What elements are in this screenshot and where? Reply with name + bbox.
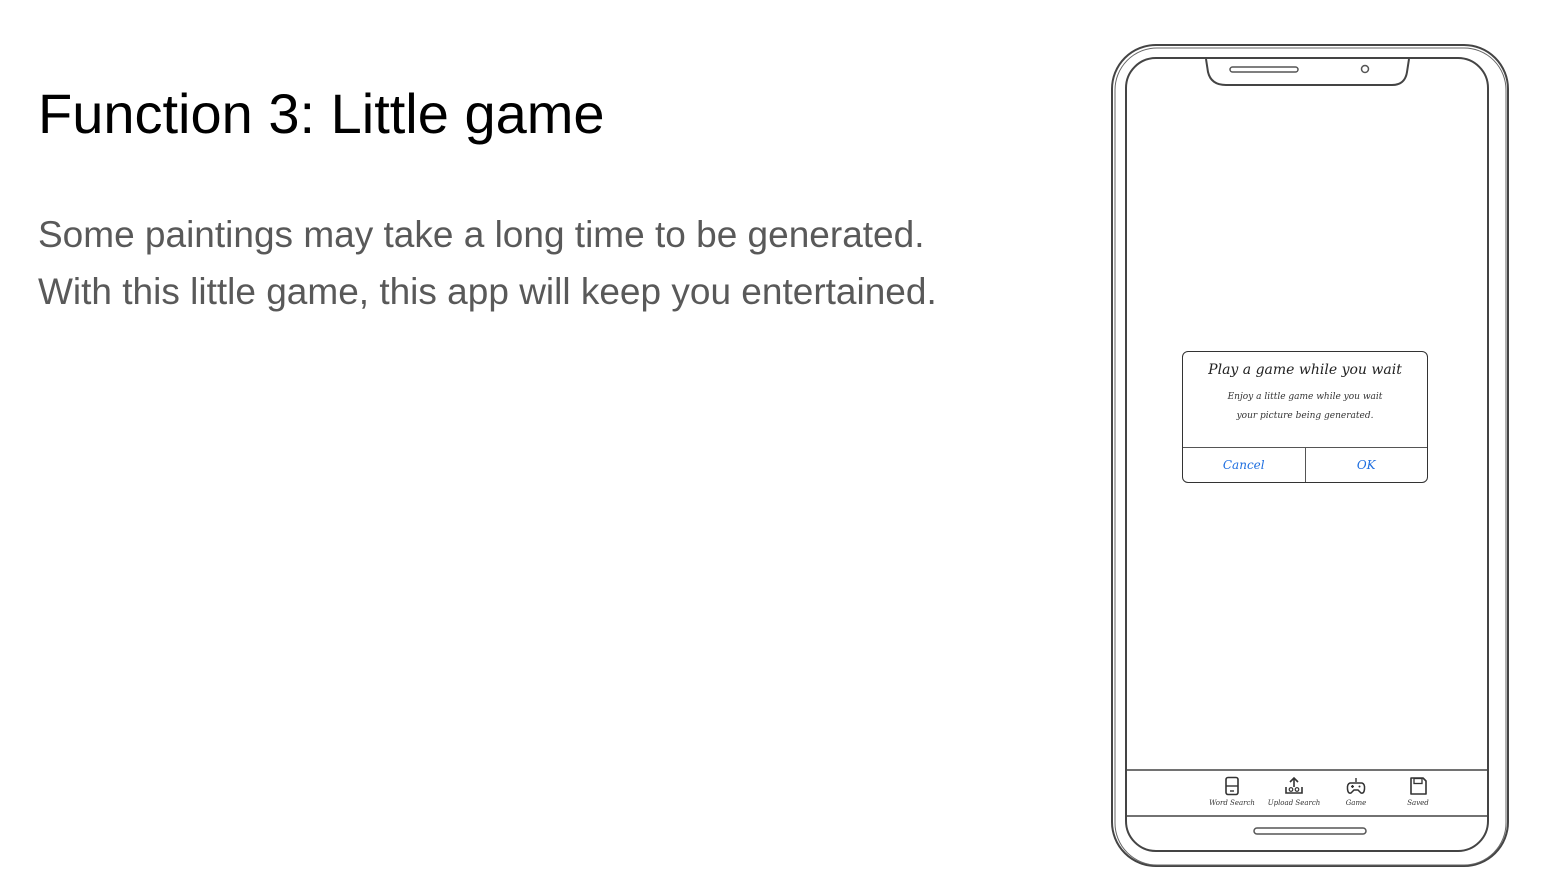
tab-label: Game xyxy=(1345,799,1367,807)
slide-body: Some paintings may take a long time to b… xyxy=(38,206,937,320)
dialog-message-line: Enjoy a little game while you wait xyxy=(1227,392,1383,402)
phone-mockup: Play a game while you wait Enjoy a littl… xyxy=(1108,42,1512,870)
ok-button[interactable]: OK xyxy=(1306,448,1428,482)
tab-word-search[interactable]: Word Search xyxy=(1205,770,1259,816)
tab-saved[interactable]: Saved xyxy=(1391,770,1445,816)
game-dialog: Play a game while you wait Enjoy a littl… xyxy=(1182,351,1428,483)
tab-label: Saved xyxy=(1407,799,1429,807)
tab-upload-search[interactable]: Upload Search xyxy=(1267,770,1321,816)
slide-title: Function 3: Little game xyxy=(38,82,605,145)
body-line: With this little game, this app will kee… xyxy=(38,271,937,312)
phone-icon xyxy=(1225,776,1239,796)
tab-label: Word Search xyxy=(1209,799,1255,807)
dialog-title: Play a game while you wait xyxy=(1208,362,1402,378)
upload-icon xyxy=(1285,776,1303,794)
tab-game[interactable]: Game xyxy=(1329,770,1383,816)
body-line: Some paintings may take a long time to b… xyxy=(38,214,925,255)
cancel-button[interactable]: Cancel xyxy=(1183,448,1306,482)
save-icon xyxy=(1410,777,1427,795)
dialog-message-line: your picture being generated. xyxy=(1236,411,1374,421)
tab-label: Upload Search xyxy=(1267,799,1321,807)
dialog-button-row: Cancel OK xyxy=(1183,447,1427,482)
dialog-message: Enjoy a little game while you wait your … xyxy=(1193,388,1417,426)
gamepad-icon xyxy=(1346,778,1366,794)
tab-bar: Word Search Upload Search Game Saved xyxy=(1126,770,1488,816)
